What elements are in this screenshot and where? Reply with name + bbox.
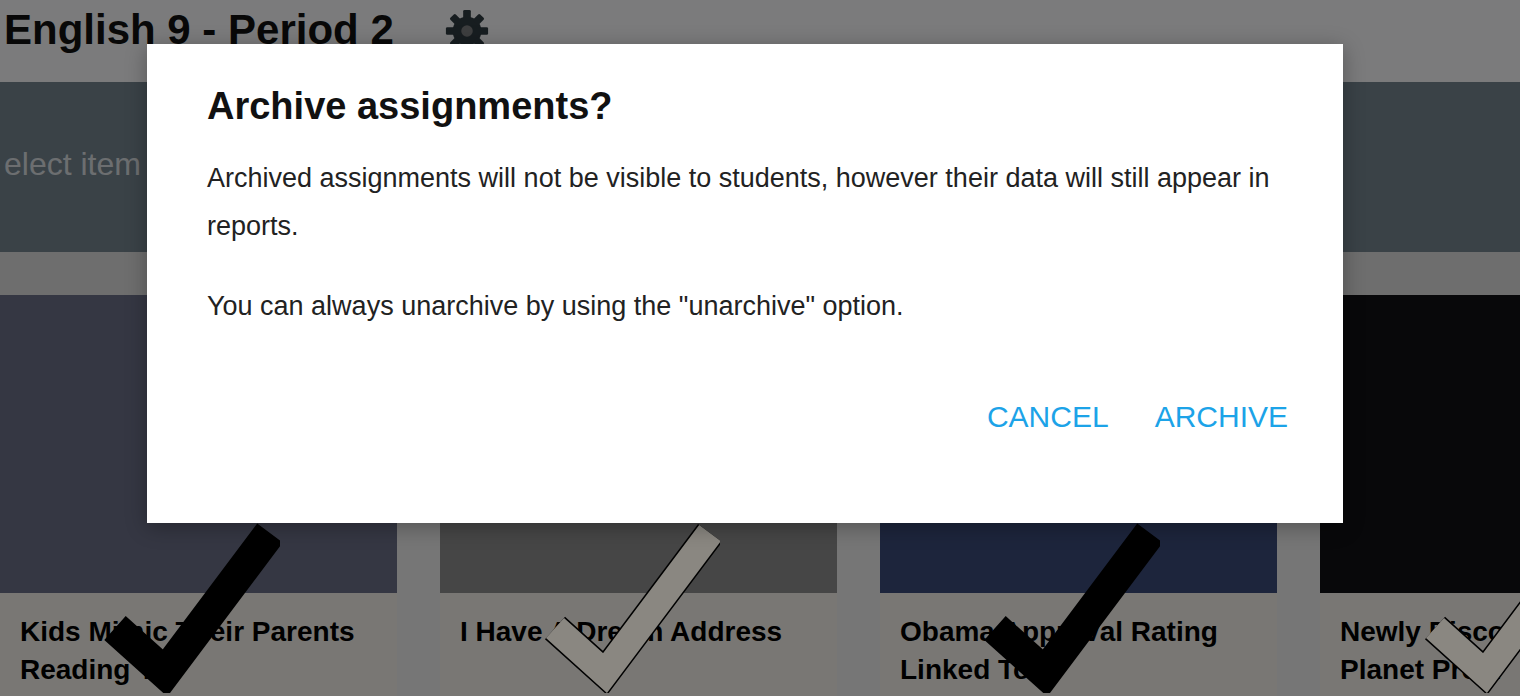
dialog-title: Archive assignments? — [207, 80, 1288, 132]
checked-icon[interactable] — [100, 523, 280, 693]
dialog-text: You can always unarchive by using the "u… — [207, 282, 1288, 330]
unchecked-icon[interactable] — [540, 523, 720, 693]
dialog-actions: CANCEL ARCHIVE — [207, 396, 1288, 438]
unchecked-icon[interactable] — [1420, 523, 1520, 693]
dialog-text: Archived assignments will not be visible… — [207, 154, 1288, 250]
page: English 9 - Period 2 elect item Kids Mim… — [0, 0, 1520, 696]
archive-dialog: Archive assignments? Archived assignment… — [147, 44, 1343, 523]
checked-icon[interactable] — [980, 523, 1160, 693]
dialog-button[interactable]: CANCEL — [987, 396, 1109, 438]
dialog-button[interactable]: ARCHIVE — [1155, 396, 1288, 438]
